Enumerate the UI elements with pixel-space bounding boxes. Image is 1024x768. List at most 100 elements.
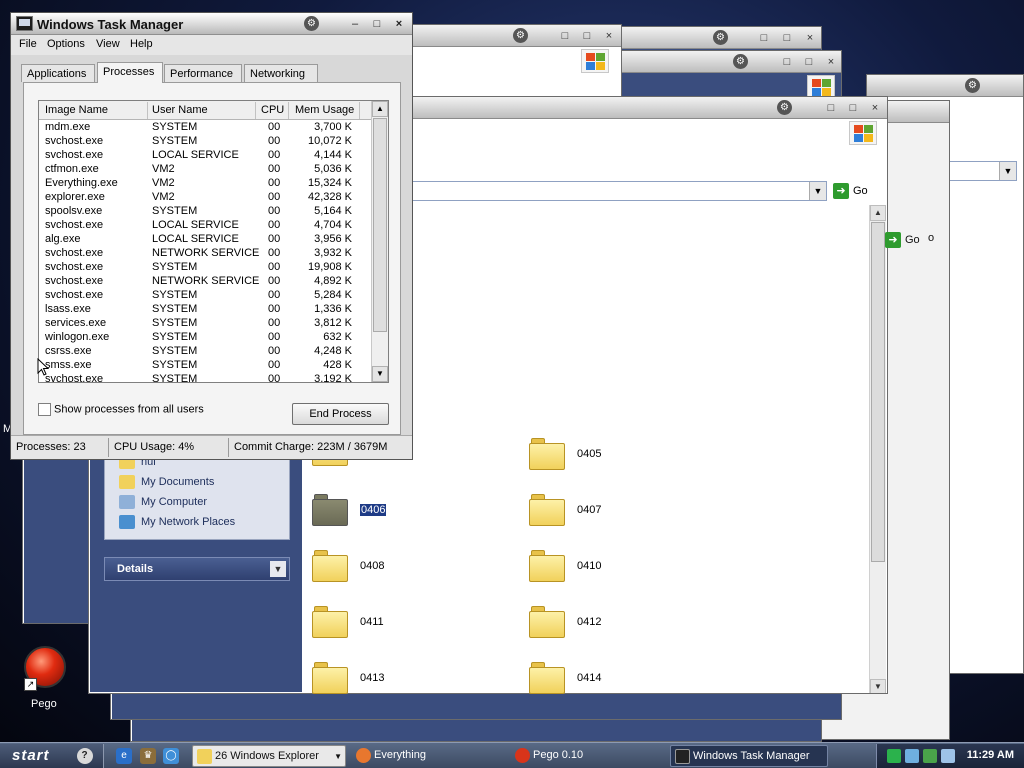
menu-options[interactable]: Options [47, 38, 85, 50]
table-row[interactable]: spoolsv.exe SYSTEM 00 5,164 K [39, 204, 372, 218]
table-row[interactable]: svchost.exe SYSTEM 00 5,284 K [39, 288, 372, 302]
chevron-down-icon[interactable]: ▼ [809, 182, 826, 200]
folder-item[interactable]: 0410 [529, 548, 749, 588]
table-row[interactable]: svchost.exe SYSTEM 00 19,908 K [39, 260, 372, 274]
window-menu-icon[interactable]: ⚙ [513, 28, 528, 43]
checkbox-box[interactable] [38, 403, 51, 416]
window-menu-icon[interactable]: ⚙ [713, 30, 728, 45]
table-row[interactable]: svchost.exe SYSTEM 00 3,192 K [39, 372, 372, 382]
folder-item[interactable]: 0412 [529, 604, 749, 644]
title-bar[interactable]: Windows Task Manager ⚙ – □ × [11, 13, 412, 35]
table-row[interactable]: ctfmon.exe VM2 00 5,036 K [39, 162, 372, 176]
quick-launch-browser-icon[interactable]: ◯ [163, 748, 179, 764]
column-header-image-name[interactable]: Image Name [45, 104, 108, 116]
taskpane-item-my-computer[interactable]: My Computer [119, 495, 207, 509]
table-row[interactable]: csrss.exe SYSTEM 00 4,248 K [39, 344, 372, 358]
scroll-up-icon[interactable]: ▲ [870, 205, 886, 221]
maximize-icon[interactable]: □ [779, 30, 795, 46]
details-panel-header[interactable]: Details ▼ [104, 557, 290, 581]
task-manager-tray-icon[interactable] [887, 749, 901, 763]
table-row[interactable]: svchost.exe LOCAL SERVICE 00 4,704 K [39, 218, 372, 232]
table-row[interactable]: mdm.exe SYSTEM 00 3,700 K [39, 120, 372, 134]
window-menu-icon[interactable]: ⚙ [777, 100, 792, 115]
taskpane-item-my-documents[interactable]: My Documents [119, 475, 214, 489]
maximize-icon[interactable]: □ [801, 54, 817, 70]
close-icon[interactable]: × [391, 16, 407, 32]
minimize-icon[interactable]: – [347, 16, 363, 32]
minimize-icon[interactable]: □ [823, 100, 839, 116]
scroll-thumb[interactable] [871, 222, 885, 562]
taskbar-button-windows-explorer[interactable]: 26 Windows Explorer ▼ [192, 745, 346, 767]
chevron-down-icon[interactable]: ▼ [999, 162, 1016, 180]
folder-item[interactable]: 0408 [312, 548, 532, 588]
title-bar[interactable]: ⚙ [867, 75, 1023, 97]
folder-item[interactable]: 0414 [529, 660, 749, 700]
start-button[interactable]: start ? [0, 744, 104, 768]
taskbar-button-pego[interactable]: Pego 0.10 [511, 745, 665, 767]
column-header-cpu[interactable]: CPU [261, 104, 284, 116]
go-button[interactable]: ➜Go [833, 183, 868, 199]
table-row[interactable]: svchost.exe SYSTEM 00 10,072 K [39, 134, 372, 148]
minimize-icon[interactable]: □ [779, 54, 795, 70]
close-icon[interactable]: × [802, 30, 818, 46]
maximize-icon[interactable]: □ [845, 100, 861, 116]
table-row[interactable]: explorer.exe VM2 00 42,328 K [39, 190, 372, 204]
menu-file[interactable]: File [19, 38, 37, 50]
table-row[interactable]: smss.exe SYSTEM 00 428 K [39, 358, 372, 372]
folder-item[interactable]: 0405 [529, 436, 749, 476]
maximize-icon[interactable]: □ [369, 16, 385, 32]
scroll-down-icon[interactable]: ▼ [372, 366, 388, 382]
tab-processes[interactable]: Processes [97, 62, 163, 83]
chevron-down-icon[interactable]: ▼ [270, 561, 286, 577]
network-icon[interactable] [905, 749, 919, 763]
close-icon[interactable]: × [867, 100, 883, 116]
close-icon[interactable]: × [601, 28, 617, 44]
close-icon[interactable]: × [823, 54, 839, 70]
window-menu-icon[interactable]: ⚙ [733, 54, 748, 69]
process-user-name: SYSTEM [152, 303, 198, 315]
vertical-scrollbar[interactable]: ▲ ▼ [371, 101, 388, 382]
minimize-icon[interactable]: □ [557, 28, 573, 44]
window-menu-icon[interactable]: ⚙ [965, 78, 980, 93]
table-row[interactable]: alg.exe LOCAL SERVICE 00 3,956 K [39, 232, 372, 246]
folder-item-selected[interactable]: 0406 [312, 492, 532, 532]
maximize-icon[interactable]: □ [579, 28, 595, 44]
taskpane-item-my-network-places[interactable]: My Network Places [119, 515, 235, 529]
volume-icon[interactable] [941, 749, 955, 763]
table-row[interactable]: svchost.exe NETWORK SERVICE 00 3,932 K [39, 246, 372, 260]
scroll-thumb[interactable] [373, 118, 387, 332]
menu-help[interactable]: Help [130, 38, 153, 50]
taskbar-button-task-manager[interactable]: Windows Task Manager [670, 745, 828, 767]
minimize-icon[interactable]: □ [756, 30, 772, 46]
column-header-user-name[interactable]: User Name [152, 104, 208, 116]
end-process-button[interactable]: End Process [292, 403, 389, 425]
menu-view[interactable]: View [96, 38, 120, 50]
quick-launch-app-icon[interactable]: ♛ [140, 748, 156, 764]
table-row[interactable]: svchost.exe LOCAL SERVICE 00 4,144 K [39, 148, 372, 162]
table-row[interactable]: winlogon.exe SYSTEM 00 632 K [39, 330, 372, 344]
tab-performance[interactable]: Performance [164, 64, 242, 82]
taskbar-button-everything[interactable]: Everything [352, 745, 506, 767]
folder-item[interactable]: 0407 [529, 492, 749, 532]
scroll-up-icon[interactable]: ▲ [372, 101, 388, 117]
table-row[interactable]: Everything.exe VM2 00 15,324 K [39, 176, 372, 190]
window-menu-icon[interactable]: ⚙ [304, 16, 319, 31]
column-header-mem-usage[interactable]: Mem Usage [295, 104, 354, 116]
process-user-name: LOCAL SERVICE [152, 233, 239, 245]
show-all-users-checkbox[interactable]: Show processes from all users [38, 403, 204, 416]
go-button-back[interactable]: ➜ Go [885, 232, 920, 248]
task-manager-window[interactable]: Windows Task Manager ⚙ – □ × File Option… [10, 12, 413, 460]
folder-item[interactable]: 0411 [312, 604, 532, 644]
table-row[interactable]: services.exe SYSTEM 00 3,812 K [39, 316, 372, 330]
table-row[interactable]: svchost.exe NETWORK SERVICE 00 4,892 K [39, 274, 372, 288]
vertical-scrollbar[interactable]: ▲ ▼ [869, 205, 886, 693]
tab-networking[interactable]: Networking [244, 64, 318, 82]
tab-applications[interactable]: Applications [21, 64, 95, 82]
safely-remove-hardware-icon[interactable] [923, 749, 937, 763]
internet-explorer-icon[interactable]: e [116, 748, 132, 764]
scroll-down-icon[interactable]: ▼ [870, 679, 886, 693]
address-bar[interactable]: ▼ [409, 181, 827, 201]
table-row[interactable]: lsass.exe SYSTEM 00 1,336 K [39, 302, 372, 316]
folder-item[interactable]: 0413 [312, 660, 532, 700]
process-list[interactable]: Image Name User Name CPU Mem Usage mdm.e… [38, 100, 389, 383]
